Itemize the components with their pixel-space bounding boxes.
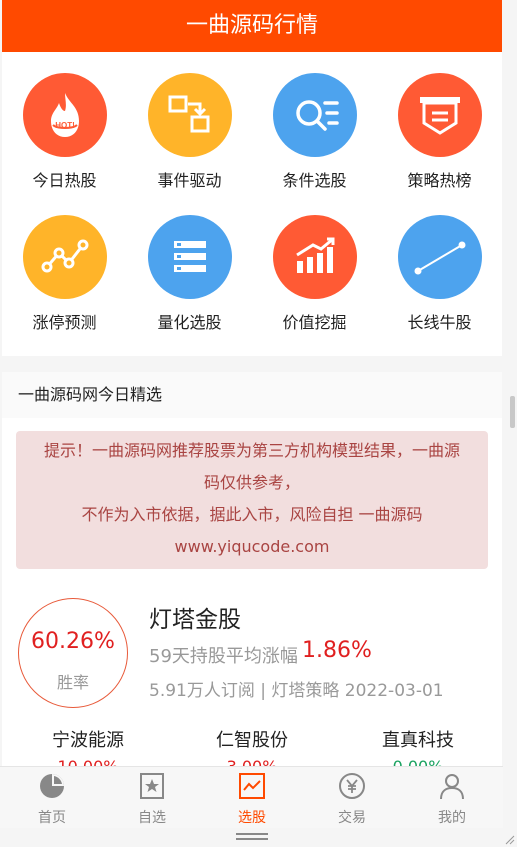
- grid-label: 事件驱动: [157, 171, 222, 190]
- notice-link[interactable]: www.yiqucode.com: [16, 531, 488, 563]
- pie-chart-icon: [40, 774, 64, 798]
- grid-item-long-term-bulls[interactable]: 长线牛股: [377, 194, 502, 334]
- tab-label: 交易: [338, 810, 366, 826]
- stock-chart-icon: [239, 773, 265, 799]
- grid-item-strategy-ranking[interactable]: 策略热榜: [377, 52, 502, 192]
- hot-fire-icon: HOT!: [23, 73, 107, 157]
- server-stack-icon: [148, 215, 232, 299]
- stock-change: 3.00%: [182, 754, 322, 766]
- strategy-name: 灯塔金股: [149, 607, 241, 633]
- risk-notice: 提示！一曲源码网推荐股票为第三方机构模型结果，一曲源 码仅供参考， 不作为入市依…: [16, 431, 488, 569]
- notice-line: 码仅供参考，: [203, 473, 300, 492]
- winrate-circle: 60.26% 胜率: [18, 598, 128, 708]
- scrollbar-thumb[interactable]: [510, 396, 515, 428]
- tab-label: 选股: [238, 810, 266, 826]
- avg-gain-value: 1.86%: [302, 638, 372, 663]
- flow-squares-icon: [148, 73, 232, 157]
- stock-item[interactable]: 直真科技 0.00%: [348, 728, 488, 766]
- bar-chart-icon: [273, 215, 357, 299]
- stock-name: 仁智股份: [216, 730, 288, 751]
- picks-content: 提示！一曲源码网推荐股票为第三方机构模型结果，一曲源 码仅供参考， 不作为入市依…: [2, 418, 502, 766]
- stock-change: 0.00%: [348, 754, 488, 766]
- tab-label: 自选: [138, 810, 166, 826]
- tab-watchlist[interactable]: 自选: [102, 767, 202, 829]
- section-title: 一曲源码网今日精选: [2, 372, 502, 418]
- winrate-value: 60.26%: [31, 629, 115, 654]
- stock-name: 宁波能源: [52, 730, 124, 751]
- trend-line-icon: [23, 215, 107, 299]
- grid-label: 价值挖掘: [282, 313, 347, 332]
- line-segment-icon: [398, 215, 482, 299]
- page-title: 一曲源码行情: [185, 13, 318, 38]
- grid-item-hot-stocks[interactable]: HOT! 今日热股: [2, 52, 127, 192]
- page-viewport: 一曲源码行情 HOT! 今日热股 事件驱动 条件选股 策略热榜 涨停预测 量化选…: [2, 0, 502, 766]
- stock-name: 直真科技: [382, 730, 454, 751]
- grid-label: 条件选股: [282, 171, 347, 190]
- grid-label: 今日热股: [32, 171, 97, 190]
- grid-item-event-driven[interactable]: 事件驱动: [127, 52, 252, 192]
- grid-item-quant-picker[interactable]: 量化选股: [127, 194, 252, 334]
- tab-profile[interactable]: 我的: [402, 767, 502, 829]
- grid-item-limit-up-forecast[interactable]: 涨停预测: [2, 194, 127, 334]
- tab-label: 首页: [38, 810, 66, 826]
- stock-item[interactable]: 仁智股份 3.00%: [182, 728, 322, 766]
- grid-label: 涨停预测: [32, 313, 97, 332]
- notice-line: 提示！一曲源码网推荐股票为第三方机构模型结果，一曲源: [43, 441, 460, 460]
- tab-trade[interactable]: 交易: [302, 767, 402, 829]
- tab-stock-picker[interactable]: 选股: [202, 767, 302, 829]
- page-header: 一曲源码行情: [2, 0, 502, 52]
- yen-coin-icon: [339, 773, 365, 799]
- user-icon: [440, 774, 464, 800]
- strategy-card[interactable]: 60.26% 胜率 灯塔金股 59天持股平均涨幅 1.86% 5.91万人订阅 …: [2, 594, 502, 766]
- stock-change: 10.00%: [18, 754, 158, 766]
- home-indicator: [236, 833, 268, 841]
- feature-grid: HOT! 今日热股 事件驱动 条件选股 策略热榜 涨停预测 量化选股 价值挖掘 …: [2, 52, 502, 356]
- grid-item-condition-picker[interactable]: 条件选股: [252, 52, 377, 192]
- tab-label: 我的: [438, 810, 466, 826]
- app-window: 一曲源码行情 HOT! 今日热股 事件驱动 条件选股 策略热榜 涨停预测 量化选…: [0, 0, 517, 847]
- avg-gain-label: 59天持股平均涨幅: [149, 646, 298, 667]
- grid-item-value-mining[interactable]: 价值挖掘: [252, 194, 377, 334]
- winrate-label: 胜率: [56, 673, 89, 692]
- strategy-meta: 5.91万人订阅 | 灯塔策略 2022-03-01: [149, 681, 444, 701]
- stock-item[interactable]: 宁波能源 10.00%: [18, 728, 158, 766]
- banner-icon: [398, 73, 482, 157]
- svg-text:HOT!: HOT!: [55, 121, 75, 130]
- search-list-icon: [273, 73, 357, 157]
- grid-label: 量化选股: [157, 313, 222, 332]
- grid-label: 策略热榜: [407, 171, 472, 190]
- star-card-icon: [140, 773, 164, 799]
- notice-line: 不作为入市依据，据此入市，风险自担 一曲源码: [81, 505, 423, 524]
- resize-handle-icon[interactable]: [503, 833, 515, 845]
- bottom-tab-bar: 首页 自选 选股 交易 我的: [0, 766, 503, 828]
- grid-label: 长线牛股: [407, 313, 472, 332]
- tab-home[interactable]: 首页: [2, 767, 102, 829]
